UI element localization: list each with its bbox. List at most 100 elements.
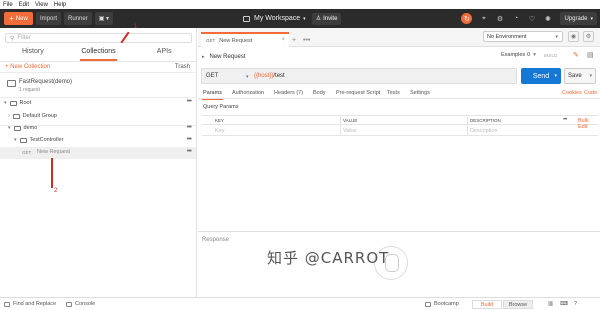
sidebar: ⚲ Filter History Collections APIs + New …	[0, 28, 197, 297]
chevron-right-icon: ›	[8, 113, 10, 119]
menu-edit[interactable]: Edit	[19, 2, 29, 8]
add-tab-icon[interactable]: +	[292, 37, 296, 44]
workspace-name: My Workspace	[254, 15, 301, 22]
more-options-icon[interactable]: •••	[187, 148, 192, 155]
menu-help[interactable]: Help	[54, 2, 66, 8]
keyboard-icon[interactable]: ⌨	[560, 301, 568, 307]
workspace-icon	[243, 15, 250, 22]
key-input[interactable]: Key	[215, 128, 224, 134]
workspace-switcher[interactable]: My Workspace ▾ ♙ Invite	[243, 11, 342, 26]
tree-item-testcontroller[interactable]: ▾ TestController	[14, 137, 63, 143]
chevron-down-icon: ▾	[589, 73, 592, 79]
tab-params[interactable]: Params	[202, 90, 223, 100]
url-bar: GET ▾ {{host}}/test	[201, 68, 517, 84]
chevron-down-icon: ▾	[4, 100, 7, 106]
find-icon	[4, 301, 10, 307]
tab-body[interactable]: Body	[313, 90, 326, 96]
response-panel: Response	[198, 231, 600, 297]
response-label: Response	[202, 237, 230, 243]
description-input[interactable]: Description	[470, 128, 498, 134]
url-input[interactable]: {{host}}/test	[254, 73, 285, 79]
cookies-link[interactable]: Cookies	[562, 90, 582, 96]
import-button[interactable]: Import	[36, 12, 62, 25]
menu-view[interactable]: View	[35, 2, 48, 8]
query-params-label: Query Params	[203, 104, 239, 110]
chevron-down-icon: ▾	[303, 15, 306, 22]
console-button[interactable]: Console	[66, 301, 95, 307]
send-button[interactable]: Send ▾	[521, 68, 561, 84]
find-replace-button[interactable]: Find and Replace	[4, 301, 56, 307]
request-tab[interactable]: GET New Request ×	[201, 32, 289, 47]
runner-button[interactable]: Runner	[64, 12, 92, 25]
trash-link[interactable]: Trash	[175, 64, 190, 70]
window-icon: ▣ ▾	[98, 16, 110, 22]
folder-icon	[12, 113, 20, 119]
divider	[0, 97, 197, 98]
table-row: Key Value Description	[202, 125, 598, 136]
collection-item[interactable]: FastRequest(demo) 1 request	[19, 79, 205, 93]
tab-headers[interactable]: Headers (7)	[274, 90, 303, 96]
request-title[interactable]: ▸ New Request	[202, 54, 246, 60]
collection-count: 1 request	[19, 87, 40, 93]
tree-item-root[interactable]: ▾ Root	[4, 100, 31, 106]
environment-select[interactable]: No Environment ▾	[483, 31, 563, 42]
invite-button[interactable]: ♙ Invite	[311, 12, 342, 25]
heart-icon[interactable]: ♡	[527, 14, 536, 23]
chevron-down-icon: ▾	[555, 34, 558, 40]
tab-history[interactable]: History	[0, 48, 66, 59]
method-select[interactable]: GET	[206, 73, 218, 79]
tab-collections[interactable]: Collections	[66, 48, 132, 61]
avatar-icon[interactable]: ✺	[543, 14, 552, 23]
tab-pre-request-script[interactable]: Pre-request Script	[336, 90, 380, 96]
bell-icon[interactable]: ◔	[511, 14, 520, 23]
chevron-down-icon: ▾	[8, 125, 11, 131]
tab-tests[interactable]: Tests	[387, 90, 400, 96]
tab-settings[interactable]: Settings	[410, 90, 430, 96]
more-tabs-icon[interactable]: •••	[303, 37, 310, 44]
more-options-icon[interactable]: •••	[187, 124, 192, 131]
more-options-icon[interactable]: •••	[187, 136, 192, 143]
browse-mode-button[interactable]: Browse	[503, 300, 533, 309]
request-method: GET	[22, 150, 32, 155]
annotation-1: 1	[134, 24, 138, 30]
tree-item-request[interactable]: GET New Request •••	[0, 147, 196, 159]
new-button[interactable]: + New	[4, 12, 33, 25]
satellite-icon[interactable]: ⌖	[479, 14, 488, 23]
upgrade-button[interactable]: Upgrade ▾	[560, 12, 597, 25]
user-add-icon: ♙	[315, 16, 322, 22]
collection-name: FastRequest(demo)	[19, 79, 73, 85]
edit-icon[interactable]: ✎	[573, 51, 579, 59]
new-collection-button[interactable]: + New Collection	[5, 64, 50, 70]
tab-authorization[interactable]: Authorization	[232, 90, 264, 96]
examples-dropdown[interactable]: Examples 0 ▾ BUILD	[501, 52, 557, 58]
eye-icon[interactable]: ◉	[568, 31, 579, 42]
tree-item-default-group[interactable]: › Default Group	[8, 113, 57, 119]
column-key: KEY	[215, 118, 225, 123]
search-icon: ⚲	[10, 35, 15, 42]
new-window-button[interactable]: ▣ ▾	[94, 12, 114, 25]
save-button[interactable]: Save ▾	[564, 68, 596, 84]
request-option-tabs: Params Authorization Headers (7) Body Pr…	[198, 88, 600, 100]
help-icon[interactable]: ?	[574, 301, 577, 307]
close-icon[interactable]: ×	[281, 37, 285, 43]
value-input[interactable]: Value	[343, 128, 357, 134]
folder-icon	[19, 137, 27, 143]
layout-icon[interactable]: ▥	[548, 301, 553, 307]
menu-file[interactable]: File	[3, 2, 13, 8]
filter-input[interactable]: ⚲ Filter	[5, 33, 192, 43]
divider	[0, 72, 197, 73]
chevron-down-icon: ▾	[533, 52, 536, 58]
build-mode-button[interactable]: Build	[472, 300, 502, 309]
gear-icon[interactable]: ⚙	[583, 31, 594, 42]
tree-item-demo[interactable]: ▾ demo	[8, 125, 37, 131]
code-link[interactable]: Code	[584, 90, 597, 96]
bootcamp-button[interactable]: Bootcamp	[425, 301, 459, 307]
sync-icon[interactable]: ↻	[461, 13, 473, 24]
more-options-icon[interactable]: •••	[563, 117, 567, 123]
settings-icon[interactable]: ⚙	[495, 14, 504, 23]
menu-bar: File Edit View Help	[0, 0, 600, 9]
column-divider	[340, 115, 341, 136]
tab-apis[interactable]: APIs	[131, 48, 197, 59]
more-options-icon[interactable]: •••	[187, 98, 192, 105]
documentation-icon[interactable]: ▤	[587, 51, 594, 59]
